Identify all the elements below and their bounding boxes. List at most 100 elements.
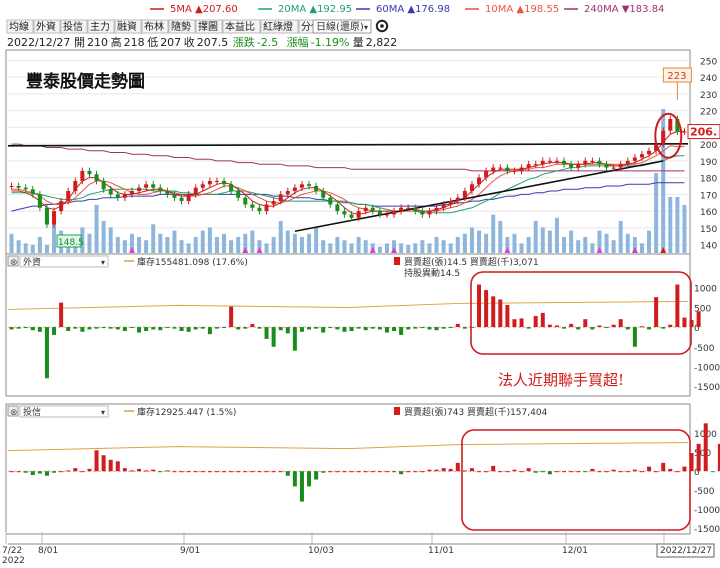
quote-pct_label: 漲幅 [287, 36, 309, 49]
trust-frame [5, 403, 691, 535]
trust-bar [469, 468, 474, 472]
volume-bar [647, 230, 652, 253]
candle-body [611, 167, 616, 169]
tab-6-label[interactable]: 布林 [144, 20, 164, 33]
trust-bar [186, 471, 191, 473]
volume-bar [137, 237, 142, 253]
chevron-down-icon[interactable]: ▾ [364, 23, 368, 32]
foreign-bar [654, 297, 659, 328]
volume-bar [434, 237, 439, 253]
trust-bar [413, 471, 418, 473]
foreign-bar [392, 327, 397, 331]
trust-bar [462, 470, 467, 472]
tab-7-label[interactable]: 隨勢 [171, 20, 191, 33]
foreign-hold-change-label: 持股異動14.5 [404, 267, 460, 279]
period-select-label[interactable]: 日線(還原) [316, 20, 364, 33]
candle-body [448, 201, 453, 205]
quote-chg: -2.5 [257, 36, 278, 49]
candle-body [356, 211, 361, 218]
trust-bar [264, 471, 269, 473]
candle-body [144, 184, 149, 188]
chevron-down-icon[interactable]: ▾ [101, 408, 105, 417]
volume-bar [101, 221, 106, 253]
trust-bar [519, 471, 524, 473]
foreign-buy-swatch [394, 257, 400, 265]
trust-bar [604, 471, 609, 473]
foreign-bar [172, 327, 177, 329]
candle-body [158, 187, 163, 192]
trust-bar [16, 471, 21, 473]
foreign-bar [661, 327, 666, 329]
candle-body [214, 180, 219, 182]
candle-body [299, 184, 304, 188]
gear-icon-hub[interactable] [380, 24, 384, 28]
tab-1-label[interactable]: 均線 [9, 20, 29, 33]
trust-selector-label[interactable]: 投信 [23, 406, 41, 418]
foreign-bar [52, 327, 57, 335]
candle-body [186, 194, 191, 202]
price-tick-6: 190 [700, 158, 717, 168]
volume-bar [356, 237, 361, 253]
trust-close-icon[interactable]: ⊗ [10, 408, 18, 418]
candle-body [505, 167, 510, 171]
tab-10-label[interactable]: 紅綠燈 [263, 21, 293, 33]
quote-low_label: 低 [147, 36, 158, 49]
trust-bar [611, 469, 616, 472]
trust-bar [285, 471, 290, 476]
trust-bar [597, 471, 602, 473]
tab-3-label[interactable]: 投信 [63, 20, 83, 33]
foreign-close-icon[interactable]: ⊗ [10, 258, 18, 268]
volume-bar [462, 233, 467, 253]
volume-bar [491, 214, 496, 253]
candle-body [384, 214, 389, 216]
foreign-bar [30, 327, 35, 331]
foreign-bar [675, 284, 680, 328]
candle-body [427, 211, 432, 215]
volume-bar [307, 233, 312, 253]
trust-bar [37, 471, 42, 474]
trust-bar [250, 471, 255, 473]
quote-close: 207.5 [197, 36, 229, 49]
foreign-bar [547, 324, 552, 328]
trust-bar [562, 471, 567, 473]
candle-body [562, 160, 567, 165]
trust-bar [632, 469, 637, 472]
candle-body [526, 164, 531, 168]
foreign-bar [342, 327, 347, 332]
foreign-selector-label[interactable]: 外資 [23, 256, 41, 268]
trust-bar [200, 471, 205, 473]
foreign-bar [540, 312, 545, 328]
volume-bar [144, 240, 149, 253]
tab-5-label[interactable]: 融資 [117, 21, 137, 33]
quote-high: 218 [124, 36, 145, 49]
candle-body [73, 180, 78, 192]
tab-9-label[interactable]: 本益比 [225, 20, 255, 33]
trust-bar [540, 471, 545, 473]
trust-bar [80, 471, 85, 473]
volume-bar [533, 221, 538, 253]
foreign-bar [632, 327, 637, 347]
chevron-down-icon[interactable]: ▾ [101, 258, 105, 267]
tab-2-label[interactable]: 外資 [36, 21, 56, 33]
foreign-bar [250, 323, 255, 328]
candle-body [420, 211, 425, 215]
volume-bar [363, 240, 368, 253]
legend-1-label: 5MA ▲207.60 [170, 4, 238, 15]
foreign-bar [349, 327, 354, 331]
tab-4-label[interactable]: 主力 [90, 20, 110, 33]
trust-bar [243, 471, 248, 473]
candle-body [434, 207, 439, 212]
volume-bar [236, 237, 241, 253]
quote-open: 210 [87, 36, 108, 49]
trust-bar [52, 471, 57, 473]
tab-8-label[interactable]: 擇圖 [198, 20, 218, 33]
candle-body [87, 170, 92, 175]
trust-bar [66, 470, 71, 472]
foreign-tick-5: -1000 [694, 363, 720, 373]
x-axis: 7/22 2022 8/01 9/01 10/03 11/01 12/01 2022/12/2… [2, 532, 715, 566]
trust-bar [512, 469, 517, 472]
volume-bar [406, 245, 411, 253]
candle-body [406, 207, 411, 209]
stock-chart-canvas: 均線外資投信主力融資布林隨勢擇圖本益比紅綠燈分價圖 日線(還原) ▾ 5MA ▲… [2, 4, 720, 566]
trust-bar [533, 471, 538, 473]
